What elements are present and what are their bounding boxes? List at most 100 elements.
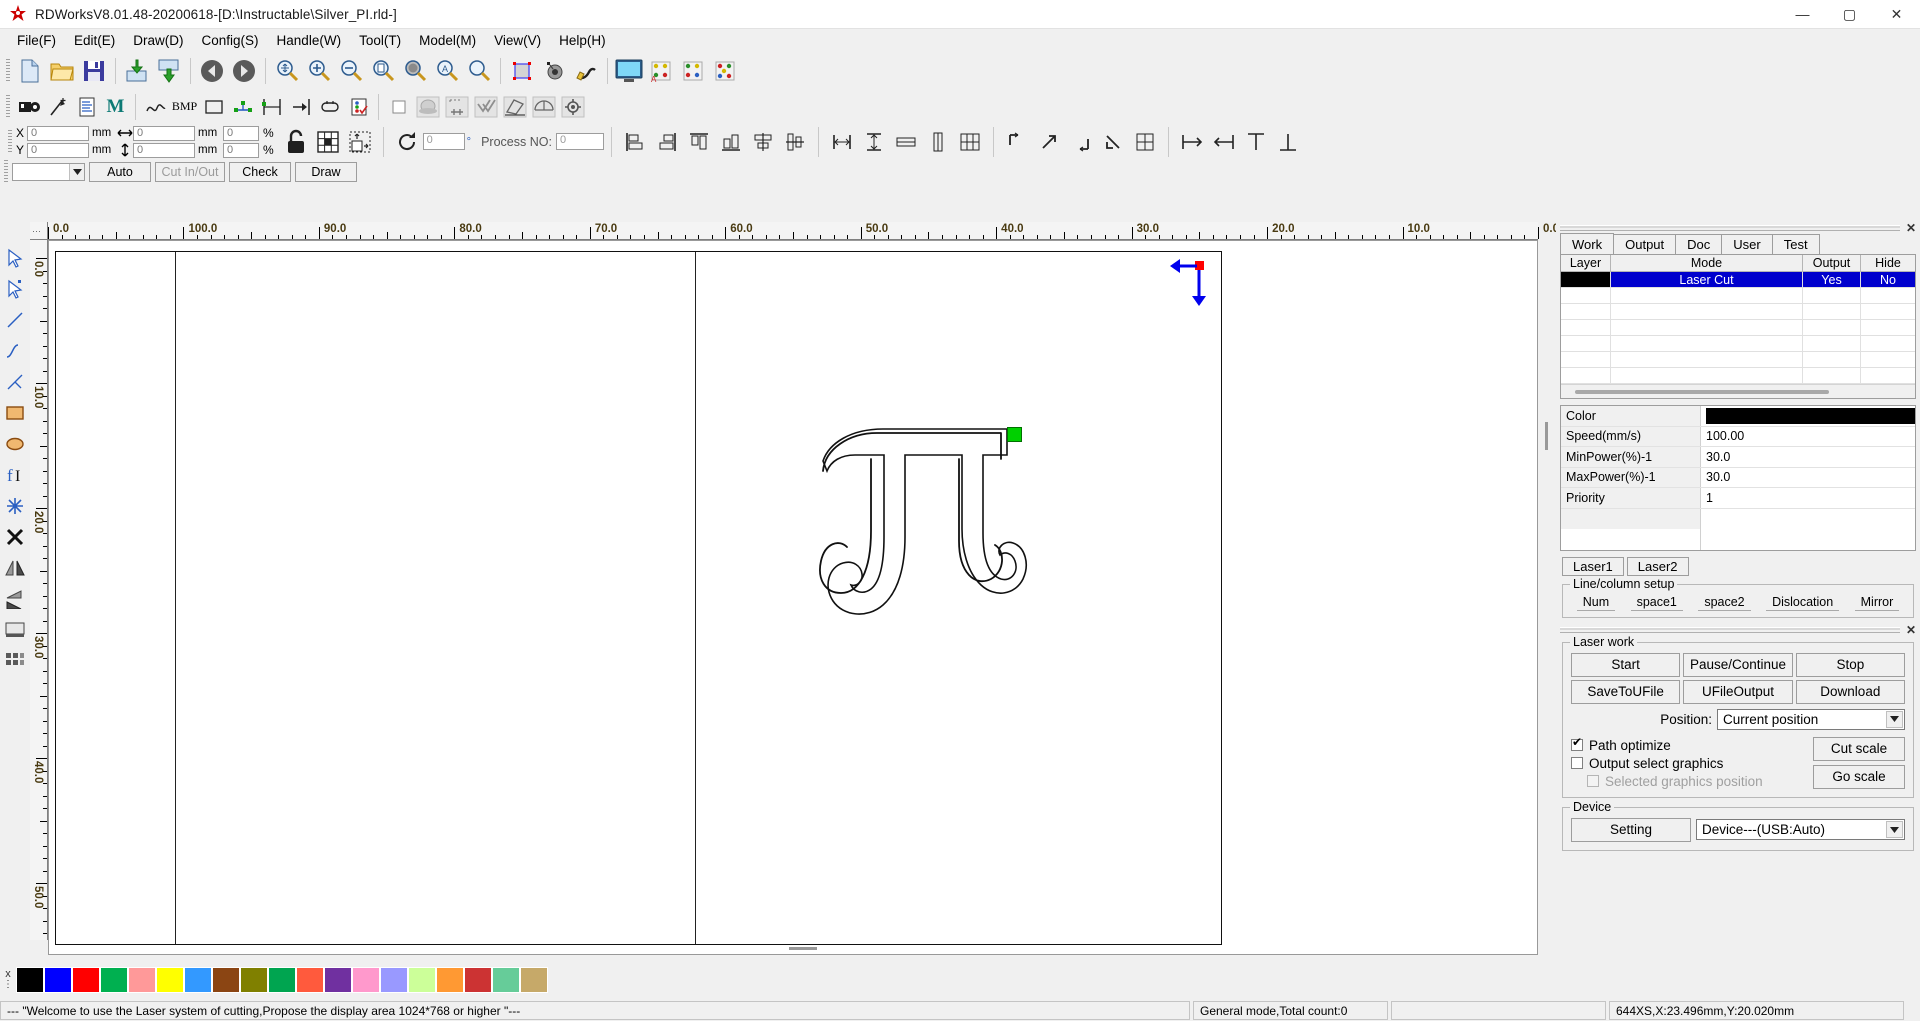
ext-left-icon[interactable]: [1177, 127, 1207, 157]
rotate-input[interactable]: 0: [422, 133, 465, 150]
polyline-icon[interactable]: [1, 335, 29, 366]
property-row-minpower[interactable]: MinPower(%)-1 30.0: [1561, 447, 1915, 468]
node-edit-icon[interactable]: [44, 93, 71, 120]
palette-swatch-12[interactable]: [352, 966, 380, 993]
toolbar-gripper[interactable]: [4, 160, 8, 184]
pause-continue-button[interactable]: Pause/Continue: [1683, 652, 1793, 677]
zoom-pan-icon[interactable]: [272, 56, 302, 86]
download-button[interactable]: Download: [1795, 679, 1905, 704]
preview-icon[interactable]: [614, 56, 644, 86]
layer-table[interactable]: Layer Mode Output Hide Laser Cut Yes No: [1560, 254, 1916, 399]
property-value[interactable]: 1: [1701, 488, 1915, 508]
dotted-array-icon[interactable]: [443, 93, 470, 120]
text-align-icon[interactable]: [73, 93, 100, 120]
design-canvas[interactable]: [48, 240, 1538, 955]
center-icon[interactable]: [1130, 127, 1160, 157]
palette-swatch-8[interactable]: [240, 966, 268, 993]
property-row-speed[interactable]: Speed(mm/s) 100.00: [1561, 426, 1915, 447]
palette-swatch-6[interactable]: [184, 966, 212, 993]
palette-swatch-17[interactable]: [492, 966, 520, 993]
menu-tool[interactable]: Tool(T): [350, 31, 410, 50]
node-arrow-icon[interactable]: [1, 273, 29, 304]
width-input[interactable]: 0: [133, 125, 195, 141]
save-icon[interactable]: [79, 56, 109, 86]
align-vcenter-icon[interactable]: [780, 127, 810, 157]
blank-icon[interactable]: [385, 93, 412, 120]
curve-icon[interactable]: [142, 93, 169, 120]
export-icon[interactable]: [154, 56, 184, 86]
palette-swatch-16[interactable]: [464, 966, 492, 993]
layer-table-scrollbar[interactable]: [1561, 384, 1915, 398]
color-swatch[interactable]: [1706, 407, 1915, 424]
property-row-priority[interactable]: Priority 1: [1561, 488, 1915, 509]
cut-scale-button[interactable]: Cut scale: [1813, 736, 1905, 761]
bezier-icon[interactable]: [1, 366, 29, 397]
laser2-tab[interactable]: Laser2: [1626, 556, 1689, 576]
zoom-out-icon[interactable]: [336, 56, 366, 86]
selection-node-handle[interactable]: [1007, 427, 1022, 442]
chevron-down-icon[interactable]: [1886, 821, 1903, 838]
align-left-icon[interactable]: [620, 127, 650, 157]
palette-swatch-10[interactable]: [296, 966, 324, 993]
col-space1[interactable]: space1: [1630, 595, 1683, 611]
save-to-ufile-button[interactable]: SaveToUFile: [1571, 679, 1681, 704]
toolbar-gripper[interactable]: [6, 59, 10, 83]
array-copy-icon[interactable]: A: [646, 56, 676, 86]
check-double-icon[interactable]: [472, 93, 499, 120]
canvas-vscroll-handle[interactable]: [1545, 422, 1548, 450]
output-select-graphics-row[interactable]: Output select graphics: [1571, 756, 1813, 771]
table-row-empty[interactable]: [1561, 336, 1915, 352]
palette-swatch-15[interactable]: [436, 966, 464, 993]
y-input[interactable]: 0: [27, 142, 89, 158]
rotate-icon[interactable]: [392, 127, 422, 157]
property-row-color[interactable]: Color: [1561, 406, 1915, 427]
palette-swatch-9[interactable]: [268, 966, 296, 993]
node-join-icon[interactable]: [229, 93, 256, 120]
zoom-all-icon[interactable]: A: [432, 56, 462, 86]
bitmap-dither-icon[interactable]: [414, 93, 441, 120]
tab-work[interactable]: Work: [1560, 233, 1615, 254]
offset-right-icon[interactable]: [287, 93, 314, 120]
canvas-scroll-handle[interactable]: [789, 947, 817, 950]
tab-doc[interactable]: Doc: [1675, 234, 1723, 254]
align-hcenter-icon[interactable]: [748, 127, 778, 157]
align-bottom-icon[interactable]: [716, 127, 746, 157]
laserwork-close-icon[interactable]: ✕: [1906, 623, 1916, 637]
setting-button[interactable]: Setting: [1571, 817, 1691, 842]
menu-file[interactable]: File(F): [8, 31, 65, 50]
vertical-ruler[interactable]: 0.0 10.0 20.0 30.0 40.0 50.0: [30, 240, 48, 940]
select-arrow-icon[interactable]: [1, 242, 29, 273]
zoom-selection-icon[interactable]: [400, 56, 430, 86]
curve-cut-icon[interactable]: [530, 93, 557, 120]
output-select-graphics-checkbox[interactable]: [1571, 757, 1583, 769]
undo-icon[interactable]: [197, 56, 227, 86]
table-row-empty[interactable]: [1561, 288, 1915, 304]
table-row-empty[interactable]: [1561, 368, 1915, 384]
dist-h-icon[interactable]: [827, 127, 857, 157]
table-row-empty[interactable]: [1561, 320, 1915, 336]
toolbar-gripper[interactable]: [8, 129, 12, 154]
corner-br-icon[interactable]: [1066, 127, 1096, 157]
ext-top-icon[interactable]: [1241, 127, 1271, 157]
array-copy3-icon[interactable]: [710, 56, 740, 86]
menu-handle[interactable]: Handle(W): [268, 31, 351, 50]
property-value[interactable]: 30.0: [1701, 468, 1915, 488]
dist-v-icon[interactable]: [859, 127, 889, 157]
slope-icon[interactable]: [501, 93, 528, 120]
path-optimize-row[interactable]: Path optimize: [1571, 735, 1813, 753]
palette-swatch-14[interactable]: [408, 966, 436, 993]
device-combo[interactable]: Device---(USB:Auto): [1696, 819, 1905, 840]
col-num[interactable]: Num: [1576, 595, 1616, 611]
property-value[interactable]: 30.0: [1701, 447, 1915, 467]
path-optimize-checkbox[interactable]: [1571, 735, 1583, 751]
palette-swatch-11[interactable]: [324, 966, 352, 993]
chevron-down-icon[interactable]: [1886, 710, 1903, 728]
position-combo[interactable]: Current position: [1717, 708, 1905, 730]
close-button[interactable]: ✕: [1873, 0, 1920, 29]
palette-swatch-1[interactable]: [44, 966, 72, 993]
height-input[interactable]: 0: [133, 142, 195, 158]
menu-help[interactable]: Help(H): [550, 31, 615, 50]
mirror-h-icon[interactable]: [1, 552, 29, 583]
position-anchor-icon[interactable]: [345, 127, 375, 157]
palette-swatch-7[interactable]: [212, 966, 240, 993]
